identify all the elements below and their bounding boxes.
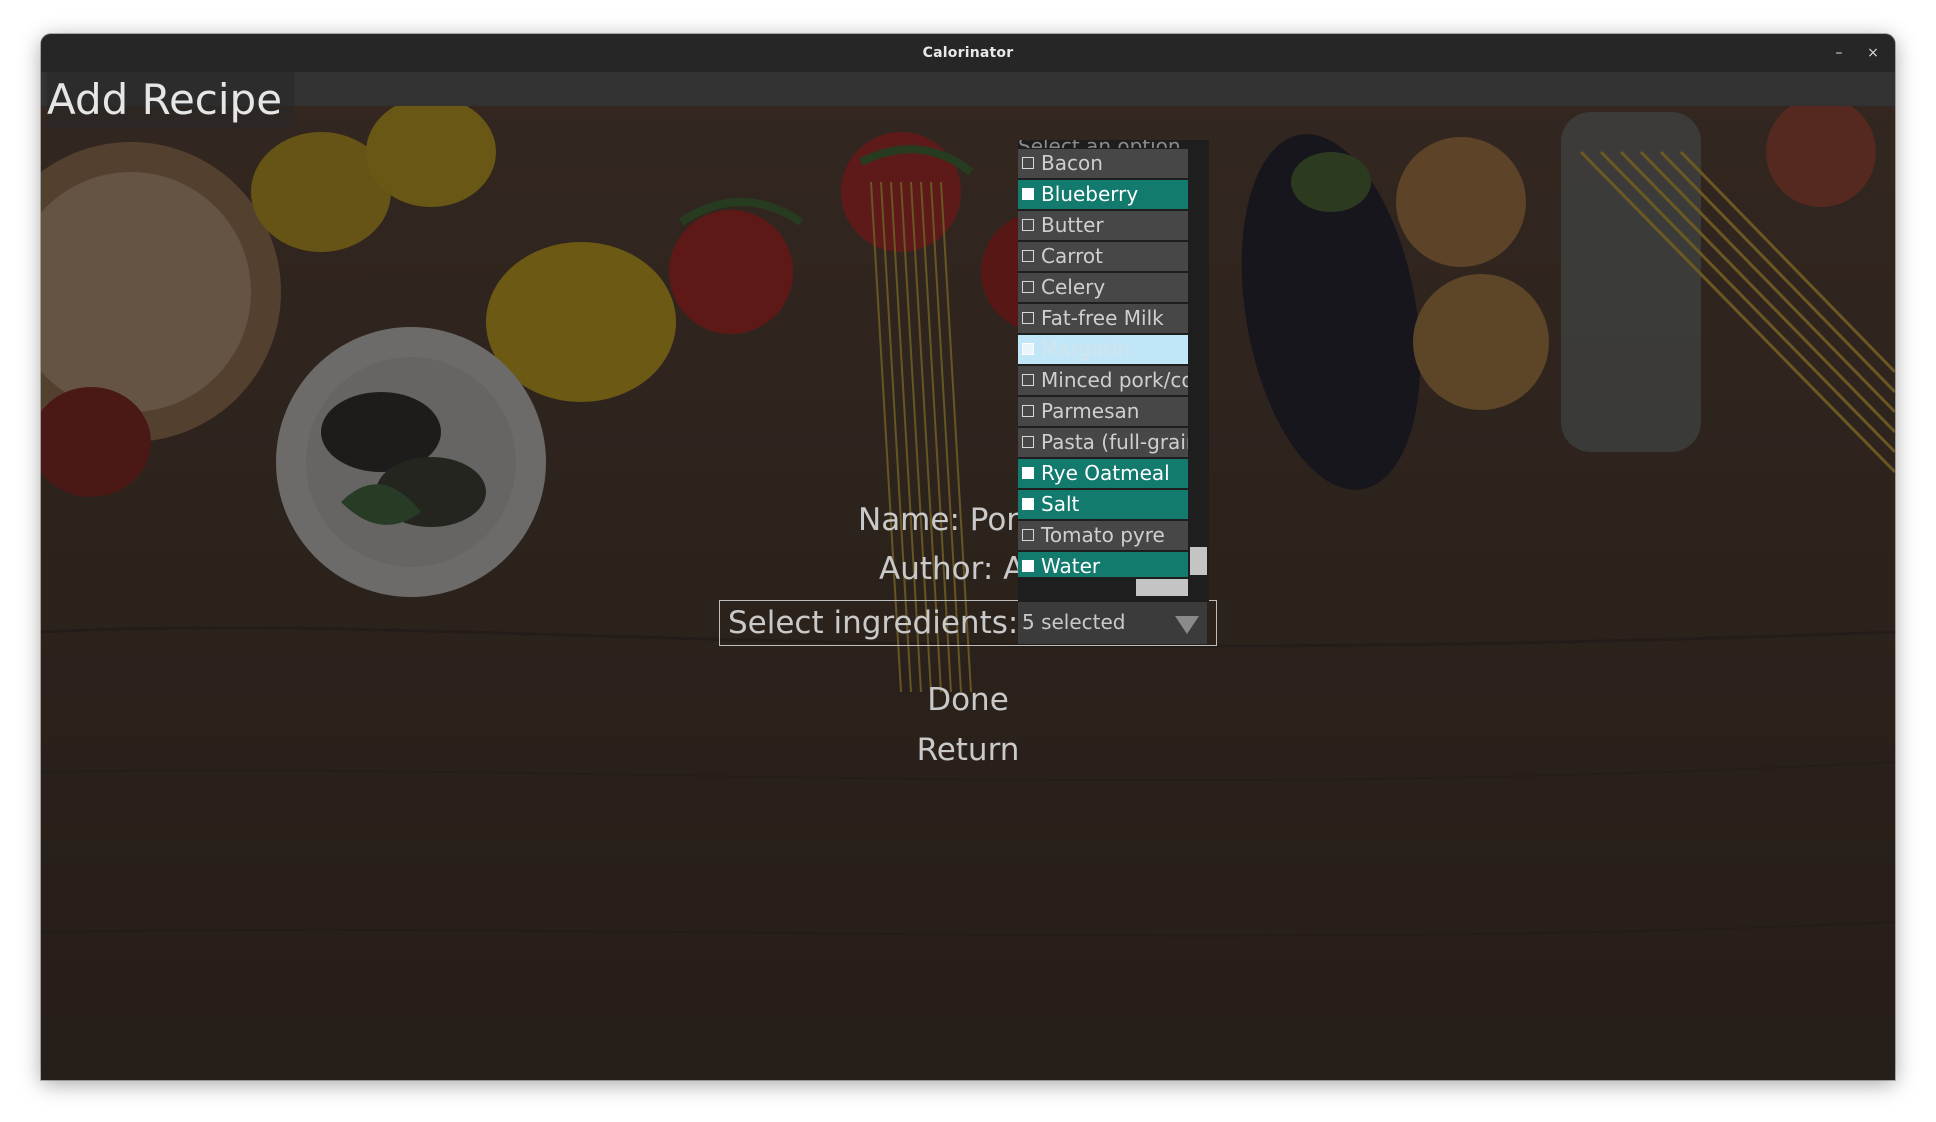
recipe-author-field[interactable]: Author: Al — [879, 549, 1033, 589]
option-label: Salt — [1041, 492, 1080, 516]
checkbox-icon[interactable] — [1022, 529, 1034, 541]
option-label: Parmesan — [1041, 399, 1140, 423]
checkbox-icon[interactable] — [1022, 250, 1034, 262]
dropdown-option[interactable]: Parmesan — [1018, 397, 1188, 426]
option-label: Margarin — [1041, 337, 1130, 361]
dropdown-option[interactable]: Carrot — [1018, 242, 1188, 271]
dropdown-option[interactable]: Fat-free Milk — [1018, 304, 1188, 333]
checkbox-icon[interactable] — [1022, 374, 1034, 386]
page-title: Add Recipe — [47, 72, 295, 128]
option-label: Fat-free Milk — [1041, 306, 1164, 330]
dropdown-option[interactable]: Rye Oatmeal — [1018, 459, 1188, 488]
dropdown-option[interactable]: Margarin — [1018, 335, 1188, 364]
checkbox-icon[interactable] — [1022, 188, 1034, 200]
ingredients-label: Select ingredients: — [728, 605, 1019, 641]
checkbox-icon[interactable] — [1022, 436, 1034, 448]
vertical-scroll-thumb[interactable] — [1190, 547, 1207, 575]
window-title: Calorinator — [922, 45, 1014, 61]
dropdown-horizontal-scrollbar[interactable] — [1018, 577, 1188, 598]
option-label: Butter — [1041, 213, 1104, 237]
option-label: Bacon — [1041, 151, 1103, 175]
horizontal-scroll-thumb[interactable] — [1136, 579, 1188, 596]
checkbox-icon[interactable] — [1022, 281, 1034, 293]
checkbox-icon[interactable] — [1022, 467, 1034, 479]
header-strip — [41, 72, 1895, 106]
dropdown-option[interactable]: Salt — [1018, 490, 1188, 519]
dropdown-list: Bacon Blueberry Butter Carrot Celery Fat-free… — [1018, 149, 1188, 583]
dropdown-option[interactable]: Blueberry — [1018, 180, 1188, 209]
checkbox-icon[interactable] — [1022, 560, 1034, 572]
close-button[interactable]: × — [1861, 41, 1885, 65]
dropdown-option[interactable]: Minced pork/co — [1018, 366, 1188, 395]
ingredients-dropdown[interactable]: Select an option Bacon Blueberry Butter Car… — [1018, 140, 1209, 602]
checkbox-icon[interactable] — [1022, 343, 1034, 355]
dropdown-option[interactable]: Tomato pyre — [1018, 521, 1188, 550]
checkbox-icon[interactable] — [1022, 157, 1034, 169]
option-label: Minced pork/co — [1041, 368, 1188, 392]
main-content: Add Recipe Name: Porr Author: Al Select … — [41, 72, 1895, 1080]
option-label: Tomato pyre — [1041, 523, 1165, 547]
minimize-button[interactable]: – — [1827, 41, 1851, 65]
option-label: Carrot — [1041, 244, 1103, 268]
dropdown-option[interactable]: Butter — [1018, 211, 1188, 240]
checkbox-icon[interactable] — [1022, 312, 1034, 324]
option-label: Rye Oatmeal — [1041, 461, 1170, 485]
checkbox-icon[interactable] — [1022, 498, 1034, 510]
dropdown-option[interactable]: Pasta (full-grain) — [1018, 428, 1188, 457]
option-label: Blueberry — [1041, 182, 1139, 206]
return-button[interactable]: Return — [917, 730, 1020, 770]
done-button[interactable]: Done — [927, 680, 1009, 720]
recipe-name-field[interactable]: Name: Porr — [858, 500, 1031, 540]
title-bar[interactable]: Calorinator – × — [41, 34, 1895, 73]
chevron-down-icon[interactable] — [1175, 616, 1199, 634]
dropdown-option[interactable]: Celery — [1018, 273, 1188, 302]
dropdown-header: Select an option — [1018, 140, 1188, 148]
checkbox-icon[interactable] — [1022, 405, 1034, 417]
combobox-value: 5 selected — [1022, 610, 1126, 634]
dropdown-vertical-scrollbar[interactable] — [1188, 140, 1209, 577]
option-label: Celery — [1041, 275, 1106, 299]
app-window: Calorinator – × Add Recipe Name: Porr Au… — [41, 34, 1895, 1080]
checkbox-icon[interactable] — [1022, 219, 1034, 231]
dropdown-option[interactable]: Bacon — [1018, 149, 1188, 178]
ingredients-combobox[interactable]: 5 selected — [1018, 602, 1207, 644]
option-label: Pasta (full-grain) — [1041, 430, 1188, 454]
